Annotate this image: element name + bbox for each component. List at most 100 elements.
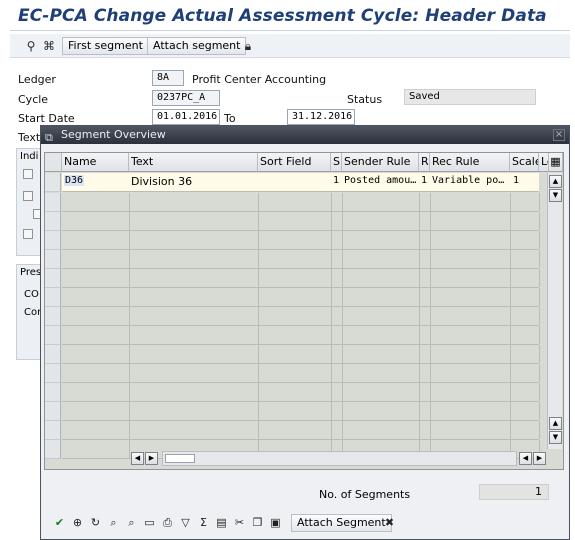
row-selector[interactable]: [45, 231, 61, 250]
cut-icon[interactable]: ✂: [231, 514, 248, 531]
cell-divider: [258, 307, 259, 325]
table-row[interactable]: [62, 402, 540, 421]
row-selector[interactable]: [45, 193, 61, 212]
column-header-name[interactable]: Name: [62, 153, 129, 172]
row-selector[interactable]: [45, 269, 61, 288]
cycle-field[interactable]: 0237PC_A: [152, 90, 220, 106]
scroll-up-icon[interactable]: ▲: [549, 175, 562, 188]
scroll-down-icon[interactable]: ▼: [549, 189, 562, 202]
paste-icon[interactable]: ▣: [267, 514, 284, 531]
table-row[interactable]: [62, 231, 540, 250]
find-next-icon[interactable]: ⌕: [123, 514, 140, 531]
vertical-scrollbar[interactable]: ▲ ▼ ▲ ▼: [547, 173, 562, 449]
row-selector[interactable]: [45, 421, 61, 440]
row-selector[interactable]: [45, 440, 61, 459]
lock-icon[interactable]: 🔒︎: [239, 37, 257, 55]
attach-segment-dialog-button[interactable]: Attach Segment: [291, 514, 392, 532]
table-row[interactable]: [62, 383, 540, 402]
cell-divider: [419, 364, 420, 382]
first-segment-button[interactable]: First segment: [62, 37, 149, 55]
cell-divider: [342, 250, 343, 268]
segment-name-cell[interactable]: D36: [64, 175, 85, 186]
scroll-right-icon-right[interactable]: ▶: [533, 452, 546, 465]
column-header-rec-rule[interactable]: Rec Rule: [430, 153, 510, 172]
column-header-lo[interactable]: Lo: [539, 153, 549, 172]
scale-cell[interactable]: 1: [513, 175, 519, 186]
scroll-up-icon-bottom[interactable]: ▲: [549, 417, 562, 430]
scroll-right-icon[interactable]: ▶: [145, 452, 158, 465]
person-hierarchy-icon[interactable]: ⚲: [22, 37, 40, 55]
binoculars-icon[interactable]: ⌘: [40, 37, 58, 55]
cell-divider: [510, 193, 511, 211]
cell-divider: [331, 402, 332, 420]
row-selector[interactable]: [45, 250, 61, 269]
refresh-icon[interactable]: ↻: [87, 514, 104, 531]
scroll-left-icon-right[interactable]: ◀: [519, 452, 532, 465]
table-row[interactable]: [62, 307, 540, 326]
cell-divider: [258, 326, 259, 344]
column-header-sort-field[interactable]: Sort Field: [258, 153, 331, 172]
scroll-down-icon-bottom[interactable]: ▼: [549, 431, 562, 444]
horizontal-scroll-thumb[interactable]: [165, 454, 195, 463]
table-row[interactable]: [62, 193, 540, 212]
indicator-checkbox-4[interactable]: [23, 229, 33, 239]
column-header-r[interactable]: R: [419, 153, 430, 172]
cell-divider: [430, 193, 431, 211]
find-icon[interactable]: ⌕: [105, 514, 122, 531]
s-cell[interactable]: 1: [333, 175, 339, 186]
table-row[interactable]: [62, 212, 540, 231]
close-icon[interactable]: ×: [553, 129, 565, 141]
copy-icon[interactable]: ❐: [249, 514, 266, 531]
row-selector[interactable]: [45, 307, 61, 326]
indicator-checkbox-1[interactable]: [23, 169, 33, 179]
row-selector[interactable]: [45, 402, 61, 421]
cell-divider: [342, 383, 343, 401]
table-row[interactable]: D36 Division 36 1 Posted amou… 1 Variabl…: [62, 173, 539, 192]
zoom-icon[interactable]: ⊕: [69, 514, 86, 531]
checkmark-icon[interactable]: ✔: [51, 514, 68, 531]
sender-rule-cell[interactable]: Posted amou…: [344, 175, 418, 186]
r-cell[interactable]: 1: [421, 175, 427, 186]
start-date-field[interactable]: 01.01.2016: [152, 109, 220, 125]
table-row[interactable]: [62, 345, 540, 364]
column-header-text[interactable]: Text: [129, 153, 258, 172]
horizontal-scrollbar[interactable]: [162, 451, 517, 466]
table-row[interactable]: [62, 364, 540, 383]
print-icon[interactable]: ⎙: [159, 514, 176, 531]
row-selector[interactable]: [45, 212, 61, 231]
segment-text-cell[interactable]: Division 36: [131, 175, 192, 188]
cell-divider: [430, 402, 431, 420]
scroll-left-icon[interactable]: ◀: [131, 452, 144, 465]
column-header-scale[interactable]: Scale: [510, 153, 539, 172]
row-selector[interactable]: [45, 345, 61, 364]
sum-icon[interactable]: Σ: [195, 514, 212, 531]
filter-icon[interactable]: ▽: [177, 514, 194, 531]
cell-divider: [258, 269, 259, 287]
rec-rule-cell[interactable]: Variable po…: [432, 175, 510, 186]
row-selector[interactable]: [45, 383, 61, 402]
cell-divider: [129, 383, 130, 401]
subtotal-icon[interactable]: ▤: [213, 514, 230, 531]
cell-divider: [331, 383, 332, 401]
table-row[interactable]: [62, 326, 540, 345]
row-selector[interactable]: [45, 173, 61, 192]
column-header-sender-rule[interactable]: Sender Rule: [342, 153, 419, 172]
ledger-field[interactable]: 8A: [152, 70, 184, 86]
column-settings-icon[interactable]: ▦: [549, 153, 563, 172]
cell-divider: [419, 288, 420, 306]
row-selector[interactable]: [45, 288, 61, 307]
row-selector[interactable]: [45, 326, 61, 345]
table-row[interactable]: [62, 421, 540, 440]
print-preview-icon[interactable]: ▭: [141, 514, 158, 531]
table-row[interactable]: [62, 250, 540, 269]
table-row[interactable]: [62, 269, 540, 288]
attach-segment-button[interactable]: Attach segment: [147, 37, 247, 55]
table-row[interactable]: [62, 288, 540, 307]
indicator-checkbox-2[interactable]: [23, 191, 33, 201]
cell-divider: [129, 307, 130, 325]
column-header-s[interactable]: S: [331, 153, 342, 172]
end-date-field[interactable]: 31.12.2016: [287, 109, 355, 125]
cancel-icon[interactable]: ✖: [381, 514, 398, 531]
select-all-cell[interactable]: [45, 153, 62, 172]
row-selector[interactable]: [45, 364, 61, 383]
